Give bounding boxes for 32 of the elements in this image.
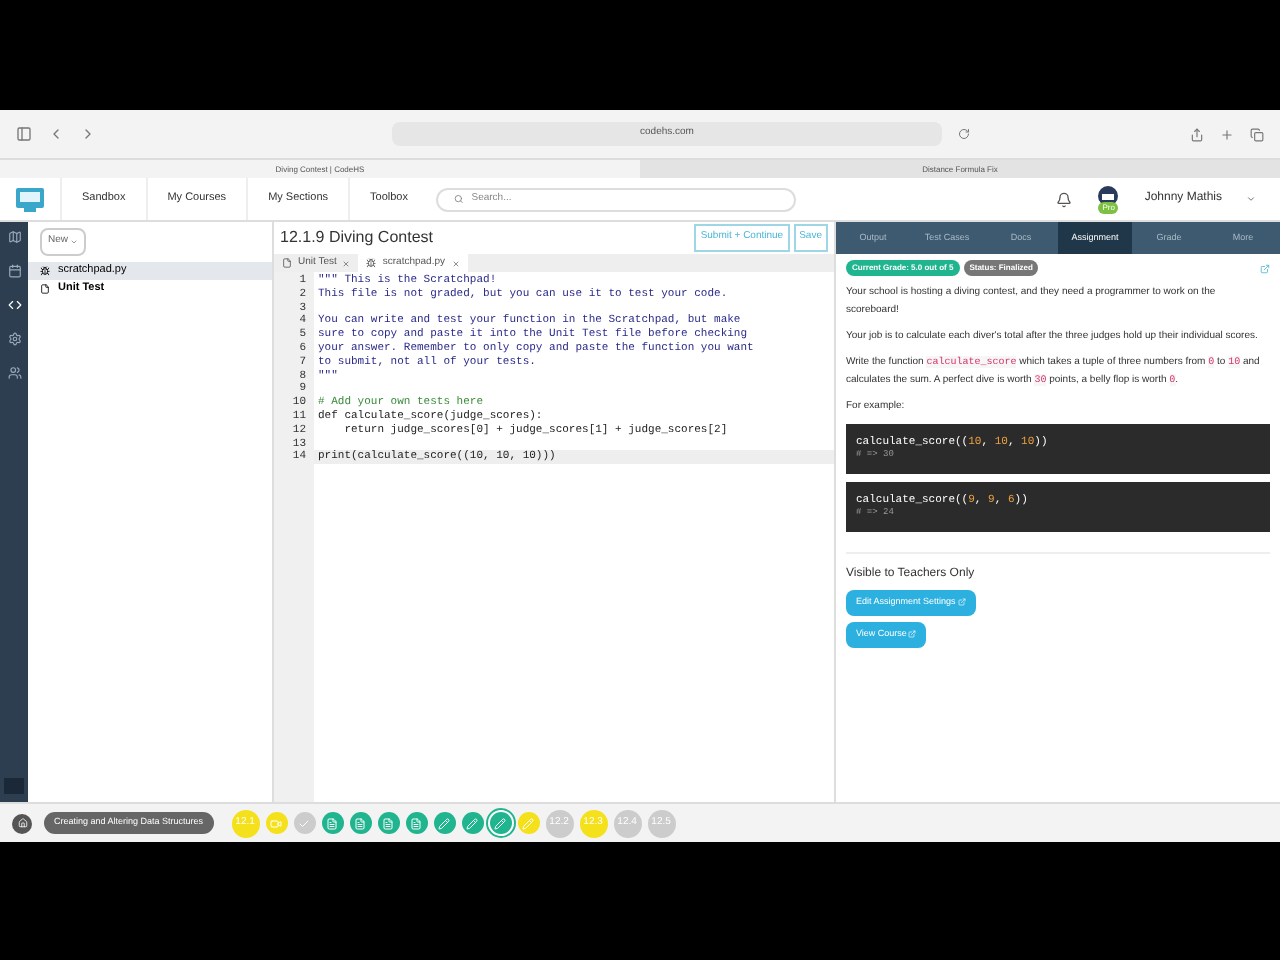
search-icon bbox=[454, 194, 464, 204]
users-icon[interactable] bbox=[7, 366, 21, 380]
pencil-icon[interactable] bbox=[461, 812, 484, 834]
check-icon[interactable] bbox=[293, 812, 316, 834]
share-icon[interactable] bbox=[1190, 127, 1204, 141]
new-tab-icon[interactable] bbox=[1220, 127, 1234, 141]
sidebar-icon[interactable] bbox=[16, 126, 32, 142]
document-icon[interactable] bbox=[405, 812, 428, 834]
settings-icon[interactable] bbox=[7, 332, 21, 346]
document-icon[interactable] bbox=[321, 812, 344, 834]
code-icon[interactable] bbox=[7, 298, 21, 312]
external-link-icon bbox=[908, 630, 917, 639]
home-button[interactable] bbox=[12, 813, 32, 833]
forward-icon[interactable] bbox=[80, 126, 96, 142]
assignment-title: 12.1.9 Diving Contest bbox=[280, 226, 433, 250]
file-icon bbox=[282, 258, 292, 268]
back-icon[interactable] bbox=[48, 126, 64, 142]
file-icon bbox=[40, 284, 50, 294]
document-icon[interactable] bbox=[349, 812, 372, 834]
home-icon bbox=[17, 818, 27, 828]
pencil-icon[interactable] bbox=[489, 812, 512, 834]
external-link-icon[interactable] bbox=[1260, 263, 1270, 273]
pencil-icon[interactable] bbox=[433, 812, 456, 834]
document-icon[interactable] bbox=[377, 812, 400, 834]
notification-icon[interactable] bbox=[1056, 191, 1073, 207]
reload-icon[interactable] bbox=[958, 128, 970, 140]
calendar-icon[interactable] bbox=[7, 264, 21, 278]
external-link-icon bbox=[957, 598, 966, 607]
logo-icon[interactable] bbox=[16, 187, 44, 211]
map-icon[interactable] bbox=[7, 230, 21, 244]
dropdown-icon[interactable] bbox=[1246, 194, 1256, 204]
tabs-icon[interactable] bbox=[1250, 127, 1264, 141]
